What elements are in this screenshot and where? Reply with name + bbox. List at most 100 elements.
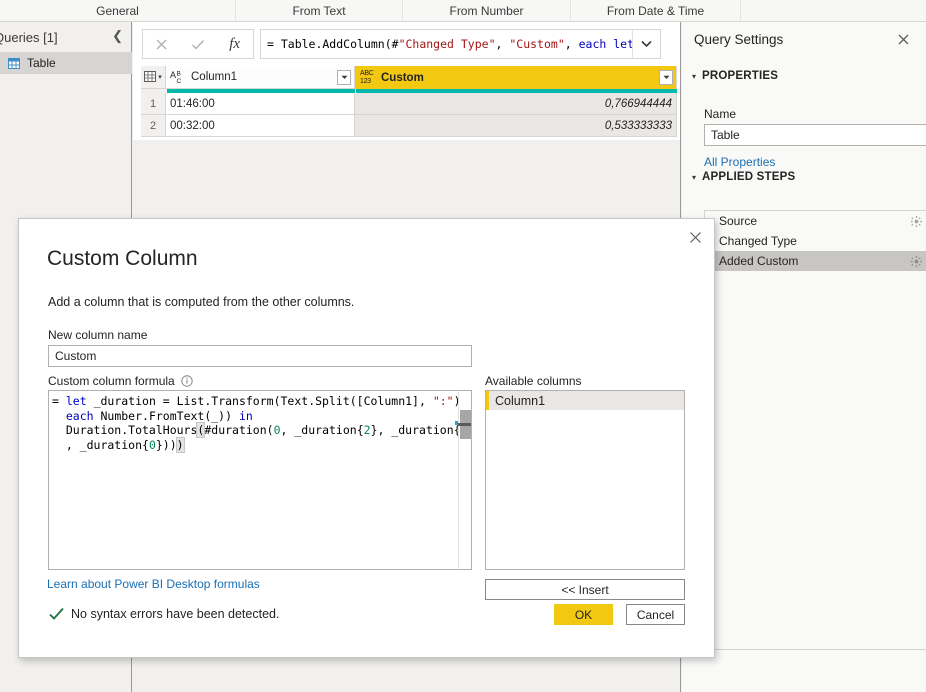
properties-section-label: PROPERTIES bbox=[702, 70, 779, 82]
column-filter-chevron-down-icon[interactable] bbox=[659, 70, 673, 85]
formula-token bbox=[52, 409, 66, 423]
formula-token: _duration = List.Transform(Text.Split([C… bbox=[86, 394, 433, 408]
formula-bar-input[interactable]: = Table.AddColumn(#"Changed Type", "Cust… bbox=[260, 29, 661, 59]
close-icon[interactable] bbox=[894, 30, 912, 48]
chevron-down-icon[interactable] bbox=[632, 30, 660, 58]
ribbon-group-label: From Date & Time bbox=[606, 4, 705, 18]
text-caret-marker bbox=[455, 421, 458, 425]
formula-token: #duration( bbox=[204, 423, 274, 437]
applied-step-source[interactable]: Source bbox=[705, 211, 926, 231]
row-number: 1 bbox=[141, 93, 166, 115]
data-preview-grid: ▾ A B C Column1 ABC 123 Custom 1 01:46:00 0,76694… bbox=[141, 66, 679, 140]
formula-line: Duration.TotalHours(#duration(0, _durati… bbox=[52, 422, 471, 438]
grid-column-header-column1[interactable]: A B C Column1 bbox=[166, 66, 355, 89]
green-checkmark-icon bbox=[49, 607, 64, 621]
query-list-item-table[interactable]: Table bbox=[0, 52, 132, 74]
ribbon-group-general: General bbox=[0, 0, 236, 22]
query-name-input[interactable]: Table bbox=[704, 124, 926, 146]
grid-cell-custom[interactable]: 0,533333333 bbox=[355, 115, 677, 137]
checkmark-icon[interactable] bbox=[182, 30, 214, 58]
learn-formulas-link[interactable]: Learn about Power BI Desktop formulas bbox=[47, 577, 260, 591]
all-properties-link[interactable]: All Properties bbox=[704, 155, 775, 169]
insert-button[interactable]: << Insert bbox=[485, 579, 685, 600]
formula-token: , _duration{ bbox=[52, 437, 149, 452]
formula-editor-code: = let _duration = List.Transform(Text.Sp… bbox=[49, 391, 471, 453]
ok-button[interactable]: OK bbox=[554, 604, 613, 625]
formula-token: ) bbox=[175, 436, 185, 453]
applied-step-label: Source bbox=[719, 214, 758, 228]
formula-token: ":" bbox=[432, 394, 454, 408]
info-icon[interactable] bbox=[181, 375, 193, 387]
select-all-table-icon[interactable]: ▾ bbox=[141, 66, 166, 89]
ribbon-group-from-date-time: From Date & Time bbox=[571, 0, 741, 22]
query-settings-pane: Query Settings ▾ PROPERTIES Name Table A… bbox=[682, 22, 926, 692]
ribbon-group-from-number: From Number bbox=[403, 0, 571, 22]
queries-pane-title: Queries [1] bbox=[0, 29, 58, 45]
formula-token: , bbox=[564, 37, 579, 51]
custom-column-dialog: Custom Column Add a column that is compu… bbox=[18, 218, 715, 658]
grid-row[interactable]: 2 00:32:00 0,533333333 bbox=[141, 115, 679, 137]
available-column-item[interactable]: Column1 bbox=[486, 391, 684, 410]
query-list-item-label: Table bbox=[27, 56, 56, 70]
available-columns-list: Column1 bbox=[485, 390, 685, 570]
formula-token: })) bbox=[155, 437, 177, 452]
formula-line: each Number.FromText(_)) in bbox=[52, 409, 471, 424]
svg-text:C: C bbox=[177, 78, 182, 85]
ribbon-group-strip: General From Text From Number From Date & T… bbox=[0, 0, 926, 22]
applied-step-changed-type[interactable]: Changed Type bbox=[705, 231, 926, 251]
grid-header-row: ▾ A B C Column1 ABC 123 Custom bbox=[141, 66, 679, 89]
grid-column-header-label: Custom bbox=[381, 71, 424, 84]
formula-token: = Table.AddColumn(# bbox=[267, 37, 399, 51]
gear-icon[interactable] bbox=[911, 255, 922, 267]
formula-line: , _duration{0}))) bbox=[52, 436, 471, 453]
formula-token: in bbox=[238, 408, 253, 423]
grid-row[interactable]: 1 01:46:00 0,766944444 bbox=[141, 93, 679, 115]
formula-bar-text: = Table.AddColumn(#"Changed Type", "Cust… bbox=[261, 37, 634, 51]
applied-steps-list: Source Changed Type Added Custom bbox=[704, 210, 926, 650]
table-icon bbox=[8, 57, 20, 69]
grid-column-header-custom[interactable]: ABC 123 Custom bbox=[355, 66, 677, 89]
ribbon-group-from-text: From Text bbox=[236, 0, 403, 22]
new-column-name-input[interactable]: Custom bbox=[48, 345, 472, 367]
properties-section-header[interactable]: ▾ PROPERTIES bbox=[692, 70, 778, 82]
close-icon[interactable] bbox=[684, 226, 706, 248]
formula-token: 0 bbox=[148, 437, 156, 452]
formula-editor-scrollbar[interactable] bbox=[455, 391, 471, 569]
query-name-label: Name bbox=[704, 107, 737, 121]
cancel-x-icon[interactable] bbox=[145, 30, 177, 58]
abc-text-type-icon: ABC bbox=[170, 69, 187, 86]
grid-column-header-label: Column1 bbox=[191, 71, 238, 83]
formula-token: each bbox=[65, 408, 94, 423]
formula-token: "Custom" bbox=[509, 37, 565, 51]
applied-steps-section-label: APPLIED STEPS bbox=[702, 171, 796, 183]
dialog-subtitle: Add a column that is computed from the o… bbox=[48, 295, 355, 309]
grid-cell-column1[interactable]: 00:32:00 bbox=[166, 115, 355, 137]
fx-icon[interactable]: fx bbox=[219, 30, 251, 58]
formula-token: Duration.TotalHours bbox=[52, 423, 198, 437]
abc123-any-type-icon: ABC 123 bbox=[360, 70, 374, 85]
formula-bar-row: fx = Table.AddColumn(#"Changed Type", "C… bbox=[133, 22, 680, 66]
formula-token: Number.FromText(_)) bbox=[93, 408, 239, 423]
grid-body: 1 01:46:00 0,766944444 2 00:32:00 0,533333333 bbox=[141, 93, 679, 137]
formula-label-row: Custom column formula bbox=[48, 374, 193, 388]
cancel-button[interactable]: Cancel bbox=[626, 604, 685, 625]
applied-step-label: Changed Type bbox=[719, 234, 797, 248]
syntax-status-text: No syntax errors have been detected. bbox=[71, 607, 280, 621]
custom-column-formula-editor[interactable]: = let _duration = List.Transform(Text.Sp… bbox=[48, 390, 472, 570]
chevron-left-icon[interactable]: ❮ bbox=[112, 29, 123, 42]
formula-token: 2 bbox=[363, 423, 371, 437]
applied-steps-section-header[interactable]: ▾ APPLIED STEPS bbox=[692, 171, 795, 183]
formula-token: , _duration{ bbox=[280, 423, 364, 437]
formula-token: 0 bbox=[273, 423, 281, 437]
formula-bar-buttons: fx bbox=[142, 29, 254, 59]
formula-line: = let _duration = List.Transform(Text.Sp… bbox=[52, 394, 471, 409]
column-filter-chevron-down-icon[interactable] bbox=[337, 70, 351, 85]
ribbon-group-label: From Text bbox=[292, 4, 346, 18]
applied-step-added-custom[interactable]: Added Custom bbox=[705, 251, 926, 271]
grid-cell-column1[interactable]: 01:46:00 bbox=[166, 93, 355, 115]
grid-cell-custom[interactable]: 0,766944444 bbox=[355, 93, 677, 115]
row-number: 2 bbox=[141, 115, 166, 137]
formula-token: , bbox=[495, 37, 510, 51]
formula-token: let bbox=[65, 394, 87, 408]
gear-icon[interactable] bbox=[911, 215, 922, 227]
